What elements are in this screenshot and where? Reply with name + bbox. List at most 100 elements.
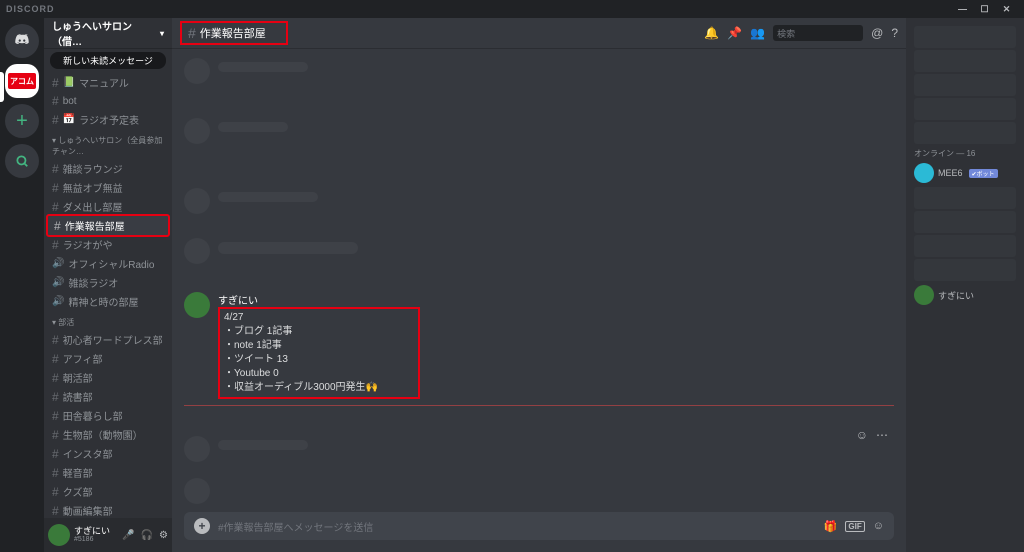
message-content: 4/27・ブログ 1記事・note 1記事・ツイート 13・Youtube 0・…	[218, 307, 420, 399]
channel-emoji: 📅	[63, 114, 75, 125]
text-channel[interactable]: #📗マニュアル	[46, 73, 170, 92]
text-channel[interactable]: #📅ラジオ予定表	[46, 110, 170, 129]
text-channel[interactable]: # クズ部	[46, 482, 170, 501]
explore-button[interactable]	[5, 144, 39, 178]
server-header[interactable]: しゅうへいサロン（借… ▾	[44, 18, 172, 48]
text-channel[interactable]: #インスタ部	[46, 444, 170, 463]
window-close[interactable]: ✕	[996, 4, 1018, 15]
window-minimize[interactable]: —	[952, 4, 974, 14]
text-channel[interactable]: #アフィ部	[46, 349, 170, 368]
text-channel[interactable]: #田舎暮らし部	[46, 406, 170, 425]
user-name: すぎにい	[74, 527, 110, 536]
gift-icon[interactable]: 🎁	[824, 520, 838, 533]
new-unread-banner[interactable]: 新しい未読メッセージ	[50, 52, 166, 69]
member-row[interactable]: すぎにい	[910, 283, 1020, 307]
channel-label: ダメ出し部屋	[63, 199, 123, 214]
members-icon[interactable]: 👥	[750, 26, 765, 40]
message-line: ・ツイート 13	[224, 353, 378, 367]
text-channel[interactable]: #生物部（動物園）	[46, 425, 170, 444]
avatar[interactable]	[184, 292, 210, 318]
title-bar: DISCORD — ☐ ✕	[0, 0, 1024, 18]
hash-icon: #	[52, 371, 59, 385]
voice-channel[interactable]: 🔊精神と時の部屋	[46, 292, 170, 311]
add-server-button[interactable]: +	[5, 104, 39, 138]
channel-label: 朝活部	[63, 370, 93, 385]
voice-channel[interactable]: 🔊オフィシャルRadio	[46, 254, 170, 273]
hash-icon: #	[52, 466, 59, 480]
avatar	[914, 285, 934, 305]
channel-label: 軽音部	[63, 465, 93, 480]
member-row[interactable]: MEE6✔ボット	[910, 161, 1020, 185]
channel-label: 生物部（動物園）	[63, 427, 143, 442]
window-maximize[interactable]: ☐	[974, 4, 996, 15]
text-channel[interactable]: #読書部	[46, 387, 170, 406]
message-list: すぎにい 4/27・ブログ 1記事・note 1記事・ツイート 13・Youtu…	[172, 48, 906, 504]
text-channel[interactable]: #作業報告部屋	[46, 214, 170, 237]
discord-logo-icon	[13, 32, 31, 50]
member-list: オンライン — 16 MEE6✔ボットすぎにい	[906, 18, 1024, 552]
more-icon[interactable]: ⋯	[876, 428, 888, 442]
server-selected-pill	[0, 72, 4, 102]
server-logo: アコム	[8, 73, 36, 89]
hash-icon: #	[52, 485, 59, 499]
add-reaction-icon[interactable]: ☺	[856, 428, 868, 442]
server-name: しゅうへいサロン（借…	[52, 18, 160, 48]
text-channel[interactable]: #初心者ワードプレス部	[46, 330, 170, 349]
text-channel[interactable]: #動画編集部	[46, 501, 170, 518]
app-name: DISCORD	[6, 4, 55, 14]
settings-icon[interactable]: ⚙	[159, 530, 168, 541]
channel-label: 無益オブ無益	[63, 180, 123, 195]
text-channel[interactable]: # 無益オブ無益	[46, 178, 170, 197]
voice-channel[interactable]: 🔊雑談ラジオ	[46, 273, 170, 292]
message-line: 4/27	[224, 311, 378, 325]
input-placeholder: #作業報告部屋へメッセージを送信	[218, 519, 373, 534]
channel-label: 初心者ワードプレス部	[63, 332, 163, 347]
hash-icon: #	[52, 447, 59, 461]
home-button[interactable]	[5, 24, 39, 58]
gif-icon[interactable]: GIF	[845, 521, 864, 532]
text-channel[interactable]: #ラジオがや	[46, 235, 170, 254]
hash-icon: #	[52, 94, 59, 108]
server-icon[interactable]: アコム	[5, 64, 39, 98]
message-line: ・収益オーディブル3000円発生🙌	[224, 381, 378, 395]
hash-icon: #	[52, 504, 59, 518]
channel-label: アフィ部	[63, 351, 103, 366]
message-line: ・note 1記事	[224, 339, 378, 353]
message-input[interactable]: + #作業報告部屋へメッセージを送信 🎁 GIF ☺	[184, 512, 894, 540]
compass-icon	[15, 154, 29, 168]
new-message-divider	[184, 405, 894, 406]
pinned-icon[interactable]: 📌	[727, 26, 742, 40]
inbox-icon[interactable]: @	[871, 26, 883, 40]
member-name: すぎにい	[938, 289, 974, 302]
avatar[interactable]	[48, 524, 70, 546]
message-line: ・Youtube 0	[224, 367, 378, 381]
channel-label: bot	[63, 96, 77, 107]
text-channel[interactable]: #雑談ラウンジ	[46, 159, 170, 178]
text-channel[interactable]: # bot	[46, 92, 170, 110]
channel-header: # 作業報告部屋 🔔 📌 👥 検索 @ ?	[172, 18, 906, 48]
hash-icon: #	[54, 219, 61, 233]
attach-button[interactable]: +	[194, 518, 210, 534]
channel-label: 読書部	[63, 389, 93, 404]
text-channel[interactable]: # 軽音部	[46, 463, 170, 482]
search-placeholder: 検索	[777, 27, 795, 40]
deafen-icon[interactable]: 🎧	[141, 530, 153, 541]
channel-label: ラジオ予定表	[79, 112, 139, 127]
hash-icon: #	[52, 76, 59, 90]
avatar	[914, 163, 934, 183]
emoji-icon[interactable]: ☺	[873, 520, 884, 532]
channel-category[interactable]: ▾ 部活	[46, 311, 170, 330]
notifications-icon[interactable]: 🔔	[704, 26, 719, 40]
speaker-icon: 🔊	[52, 258, 64, 269]
help-icon[interactable]: ?	[891, 26, 898, 40]
channel-label: ラジオがや	[63, 237, 113, 252]
channel-sidebar: しゅうへいサロン（借… ▾ 新しい未読メッセージ #📗マニュアル#bot#📅ラジ…	[44, 18, 172, 552]
message-author: すぎにい	[218, 292, 894, 307]
text-channel[interactable]: # 朝活部	[46, 368, 170, 387]
mute-icon[interactable]: 🎤	[122, 530, 134, 541]
channel-label: 雑談ラウンジ	[63, 161, 123, 176]
search-input[interactable]: 検索	[773, 25, 863, 41]
hash-icon: #	[52, 181, 59, 195]
channel-category[interactable]: ▾ しゅうへいサロン（全員参加チャン…	[46, 129, 170, 159]
channel-label: クズ部	[63, 484, 93, 499]
